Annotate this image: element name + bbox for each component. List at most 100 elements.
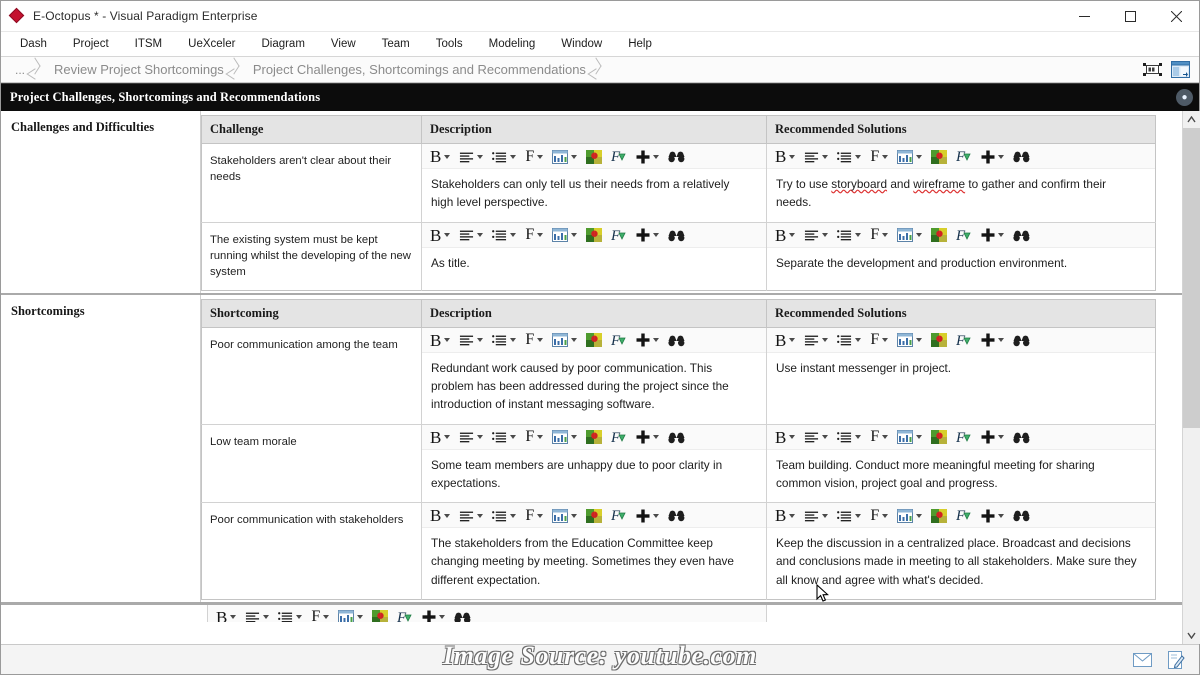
format-painter-button[interactable]: F [609, 426, 629, 448]
text-color-button[interactable] [370, 606, 390, 622]
description-text[interactable]: Some team members are unhappy due to poo… [422, 450, 766, 503]
find-button[interactable] [666, 329, 687, 351]
menu-item-itsm[interactable]: ITSM [122, 35, 175, 53]
chevron-down-icon[interactable] [789, 154, 796, 159]
insert-table-dropdown[interactable] [550, 426, 579, 448]
font-dropdown[interactable]: F [868, 224, 890, 246]
breadcrumb-item-current-document[interactable]: Project Challenges, Shortcomings and Rec… [243, 59, 588, 81]
chevron-down-icon[interactable] [789, 435, 796, 440]
chevron-down-icon[interactable] [789, 338, 796, 343]
chevron-down-icon[interactable] [855, 435, 862, 440]
insert-dropdown[interactable] [979, 426, 1006, 448]
chevron-down-icon[interactable] [653, 154, 660, 159]
insert-table-dropdown[interactable] [336, 606, 365, 622]
text-color-button[interactable] [929, 146, 949, 168]
find-button[interactable] [1011, 146, 1032, 168]
close-button[interactable] [1153, 1, 1199, 32]
list-style-dropdown[interactable] [276, 606, 304, 622]
chevron-down-icon[interactable] [916, 435, 923, 440]
bold-dropdown[interactable]: B [773, 426, 797, 448]
paragraph-align-dropdown[interactable] [802, 146, 830, 168]
description-text[interactable]: Stakeholders can only tell us their need… [422, 169, 766, 222]
breadcrumb-item-review-project-shortcomings[interactable]: Review Project Shortcomings [44, 59, 226, 81]
chevron-down-icon[interactable] [444, 513, 451, 518]
list-style-dropdown[interactable] [490, 505, 518, 527]
list-style-dropdown[interactable] [835, 505, 863, 527]
bold-dropdown[interactable]: B [773, 505, 797, 527]
format-painter-button[interactable]: F [395, 606, 415, 622]
text-color-button[interactable] [929, 224, 949, 246]
scrollbar-thumb[interactable] [1182, 128, 1200, 428]
chevron-down-icon[interactable] [263, 615, 270, 620]
find-button[interactable] [1011, 505, 1032, 527]
chevron-down-icon[interactable] [230, 615, 237, 620]
chevron-down-icon[interactable] [537, 513, 544, 518]
format-painter-button[interactable]: F [954, 505, 974, 527]
insert-table-dropdown[interactable] [550, 224, 579, 246]
menu-item-window[interactable]: Window [548, 35, 615, 53]
font-dropdown[interactable]: F [868, 329, 890, 351]
format-painter-button[interactable]: F [954, 426, 974, 448]
description-text[interactable]: Redundant work caused by poor communicat… [422, 353, 766, 424]
paragraph-align-dropdown[interactable] [802, 224, 830, 246]
chevron-down-icon[interactable] [571, 154, 578, 159]
insert-table-dropdown[interactable] [895, 224, 924, 246]
chevron-down-icon[interactable] [882, 338, 889, 343]
chevron-down-icon[interactable] [571, 513, 578, 518]
bold-dropdown[interactable]: B [214, 606, 238, 622]
chevron-down-icon[interactable] [444, 435, 451, 440]
text-color-button[interactable] [929, 505, 949, 527]
font-dropdown[interactable]: F [309, 606, 331, 622]
chevron-down-icon[interactable] [537, 435, 544, 440]
text-color-button[interactable] [584, 505, 604, 527]
chevron-down-icon[interactable] [882, 435, 889, 440]
chevron-down-icon[interactable] [571, 338, 578, 343]
menu-item-diagram[interactable]: Diagram [248, 35, 317, 53]
format-painter-button[interactable]: F [609, 505, 629, 527]
insert-dropdown[interactable] [979, 329, 1006, 351]
list-style-dropdown[interactable] [835, 224, 863, 246]
find-button[interactable] [666, 146, 687, 168]
chevron-down-icon[interactable] [439, 615, 446, 620]
bold-dropdown[interactable]: B [773, 146, 797, 168]
chevron-down-icon[interactable] [477, 435, 484, 440]
chevron-down-icon[interactable] [444, 154, 451, 159]
description-text[interactable]: The stakeholders from the Education Comm… [422, 528, 766, 599]
bold-dropdown[interactable]: B [773, 329, 797, 351]
font-dropdown[interactable]: F [868, 146, 890, 168]
chevron-down-icon[interactable] [855, 513, 862, 518]
list-style-dropdown[interactable] [835, 146, 863, 168]
format-painter-button[interactable]: F [609, 329, 629, 351]
paragraph-align-dropdown[interactable] [457, 505, 485, 527]
list-style-dropdown[interactable] [835, 329, 863, 351]
scrollbar-track[interactable] [1182, 128, 1200, 627]
menu-item-team[interactable]: Team [369, 35, 423, 53]
minimize-button[interactable] [1061, 1, 1107, 32]
maximize-button[interactable] [1107, 1, 1153, 32]
find-button[interactable] [666, 505, 687, 527]
fit-diagram-icon[interactable] [1142, 60, 1163, 79]
format-painter-button[interactable]: F [609, 146, 629, 168]
menu-item-view[interactable]: View [318, 35, 369, 53]
chevron-down-icon[interactable] [510, 233, 517, 238]
text-color-button[interactable] [584, 224, 604, 246]
text-color-button[interactable] [584, 329, 604, 351]
scroll-down-arrow-icon[interactable] [1182, 627, 1200, 644]
menu-item-project[interactable]: Project [60, 35, 122, 53]
insert-table-dropdown[interactable] [895, 426, 924, 448]
list-style-dropdown[interactable] [490, 329, 518, 351]
chevron-down-icon[interactable] [998, 338, 1005, 343]
insert-table-dropdown[interactable] [895, 505, 924, 527]
chevron-down-icon[interactable] [882, 154, 889, 159]
compose-note-icon[interactable] [1165, 650, 1187, 670]
format-painter-button[interactable]: F [954, 146, 974, 168]
chevron-down-icon[interactable] [571, 435, 578, 440]
list-style-dropdown[interactable] [490, 146, 518, 168]
breadcrumb-item-ellipsis[interactable]: ... [7, 59, 27, 81]
chevron-down-icon[interactable] [653, 435, 660, 440]
chevron-down-icon[interactable] [998, 154, 1005, 159]
chevron-down-icon[interactable] [855, 338, 862, 343]
shortcoming-text[interactable]: Poor communication with stakeholders [201, 502, 422, 600]
chevron-down-icon[interactable] [477, 154, 484, 159]
paragraph-align-dropdown[interactable] [802, 329, 830, 351]
